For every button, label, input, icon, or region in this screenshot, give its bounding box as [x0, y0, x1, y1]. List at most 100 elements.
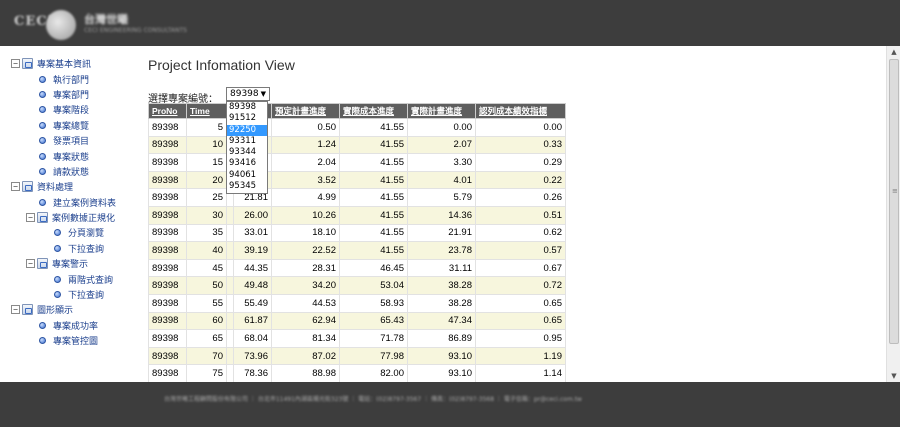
dropdown-option[interactable]: 91512: [227, 113, 267, 124]
dropdown-option[interactable]: 92250: [227, 124, 267, 136]
folder-icon: [22, 58, 33, 70]
table-cell: 89398: [148, 118, 187, 137]
tree-item-label[interactable]: 建立案例資料表: [53, 196, 116, 209]
tree-item[interactable]: 建立案例資料表: [8, 195, 146, 210]
table-cell: [226, 311, 234, 331]
column-header[interactable]: 認列成本績效指標: [475, 103, 566, 119]
table-header-row: ProNoTime工時預定計畫進度實際成本進度實際計畫進度認列成本績效指標: [148, 103, 566, 119]
dropdown-option[interactable]: 95345: [227, 181, 267, 192]
chevron-down-icon[interactable]: ▼: [261, 88, 266, 100]
table-cell: 47.34: [407, 311, 476, 331]
tree-group-label: 圖形顯示: [37, 306, 74, 317]
tree-subgroup-alerts[interactable]: − 專案警示: [8, 256, 146, 271]
dropdown-option[interactable]: 94061: [227, 170, 267, 181]
table-cell: 77.98: [339, 346, 408, 366]
scroll-down-arrow-icon[interactable]: ▼: [887, 370, 900, 382]
table-cell: 5.79: [407, 188, 476, 207]
table-cell: 70: [186, 346, 227, 366]
node-bullet-icon: [54, 244, 61, 252]
table-cell: 89398: [148, 364, 187, 382]
tree-item-label[interactable]: 發票項目: [53, 134, 89, 147]
table-cell: 0.65: [475, 311, 566, 331]
dropdown-option[interactable]: 93344: [227, 147, 267, 158]
org-subtitle: CECI ENGINEERING CONSULTANTS: [84, 27, 187, 34]
dropdown-option[interactable]: 89398: [227, 102, 267, 113]
tree-group-charts[interactable]: − 圖形顯示: [8, 302, 146, 317]
tree-item[interactable]: 兩階式查詢: [8, 271, 146, 286]
tree-item[interactable]: 分頁瀏覽: [8, 225, 146, 240]
scroll-up-arrow-icon[interactable]: ▲: [887, 46, 900, 58]
tree-item[interactable]: 下拉查詢: [8, 287, 146, 302]
tree-item[interactable]: 專案狀態: [8, 148, 146, 163]
table-cell: 38.28: [407, 293, 476, 313]
collapse-toggle-icon[interactable]: −: [11, 182, 20, 192]
tree-item-label[interactable]: 專案管控圖: [53, 334, 98, 347]
project-dropdown-list[interactable]: 89398 91512 92250 93311 93344 93416 94061 95345: [226, 101, 268, 194]
tree-item-label[interactable]: 專案階段: [53, 103, 89, 116]
table-row: 893982018.573.5241.554.010.22: [148, 170, 566, 190]
table-cell: 87.02: [271, 346, 340, 366]
table-cell: 89398: [148, 293, 187, 313]
table-cell: 58.93: [339, 293, 408, 313]
tree-item-label[interactable]: 執行部門: [53, 73, 89, 86]
tree-item-label[interactable]: 專案狀態: [53, 150, 89, 163]
table-row: 89398 45 44.35 28.31 46.45 31.11 0.67: [148, 258, 566, 278]
table-cell: 60: [186, 311, 227, 331]
collapse-toggle-icon[interactable]: −: [26, 259, 35, 269]
table-cell: 41.55: [339, 205, 408, 225]
project-select[interactable]: 89398 ▼: [226, 87, 270, 101]
table-cell: 53.04: [339, 276, 408, 295]
table-cell: 41.55: [339, 241, 408, 260]
tree-item[interactable]: 發票項目: [8, 133, 146, 148]
vertical-scrollbar[interactable]: ▲ ≡ ▼: [886, 46, 900, 382]
node-bullet-icon: [54, 229, 61, 237]
collapse-toggle-icon[interactable]: −: [11, 305, 20, 315]
tree-item-label[interactable]: 專案部門: [53, 88, 89, 101]
dropdown-option[interactable]: 93311: [227, 136, 267, 147]
tree-group-data-processing[interactable]: − 資料處理: [8, 179, 146, 194]
tree-subgroup-label: 案例數據正規化: [52, 214, 116, 225]
table-cell: [226, 364, 234, 382]
table-cell: 28.31: [271, 258, 340, 278]
scrollbar-thumb[interactable]: ≡: [889, 59, 899, 344]
table-cell: 5: [186, 118, 227, 137]
tree-item[interactable]: 專案總覽: [8, 118, 146, 133]
table-cell: 3.30: [407, 153, 476, 172]
tree-item[interactable]: 專案管控圖: [8, 333, 146, 348]
table-row: 89398 40 39.19 22.52 41.55 23.78 0.57: [148, 241, 566, 260]
table-cell: 35: [186, 223, 227, 243]
table-cell: 44.53: [271, 293, 340, 313]
tree-item[interactable]: 專案部門: [8, 87, 146, 102]
tree-item-label[interactable]: 下拉查詢: [68, 242, 104, 255]
tree-group-project-info[interactable]: − 專案基本資訊: [8, 56, 146, 71]
table-cell: 14.36: [407, 205, 476, 225]
tree-item[interactable]: 專案成功率: [8, 318, 146, 333]
tree-item-label[interactable]: 分頁瀏覽: [68, 226, 104, 239]
tree-item-label[interactable]: 下拉查詢: [68, 288, 104, 301]
table-cell: 93.10: [407, 346, 476, 366]
collapse-toggle-icon[interactable]: −: [11, 59, 20, 69]
tree-subgroup-normalization[interactable]: − 案例數據正規化: [8, 210, 146, 225]
collapse-toggle-icon[interactable]: −: [26, 213, 35, 223]
tree-item[interactable]: 下拉查詢: [8, 241, 146, 256]
tree-item[interactable]: 請款狀態: [8, 164, 146, 179]
table-cell: [226, 346, 234, 366]
table-cell: 1.19: [475, 346, 566, 366]
column-header[interactable]: 實際成本進度: [339, 103, 408, 119]
tree-item[interactable]: 專案階段: [8, 102, 146, 117]
table-cell: 89398: [148, 135, 187, 155]
table-cell: 89398: [148, 223, 187, 243]
column-header[interactable]: 預定計畫進度: [271, 103, 340, 119]
tree-item-label[interactable]: 專案成功率: [53, 319, 98, 332]
column-header[interactable]: 實際計畫進度: [407, 103, 476, 119]
table-cell: 89398: [148, 346, 187, 366]
table-cell: 49.48: [233, 276, 272, 295]
tree-item-label[interactable]: 兩階式查詢: [68, 273, 113, 286]
dropdown-option[interactable]: 93416: [227, 158, 267, 169]
column-header[interactable]: Time: [186, 103, 227, 119]
column-header[interactable]: ProNo: [148, 103, 187, 119]
tree-item[interactable]: 執行部門: [8, 71, 146, 86]
tree-item-label[interactable]: 請款狀態: [53, 165, 89, 178]
tree-item-label[interactable]: 專案總覽: [53, 119, 89, 132]
table-cell: 18.10: [271, 223, 340, 243]
